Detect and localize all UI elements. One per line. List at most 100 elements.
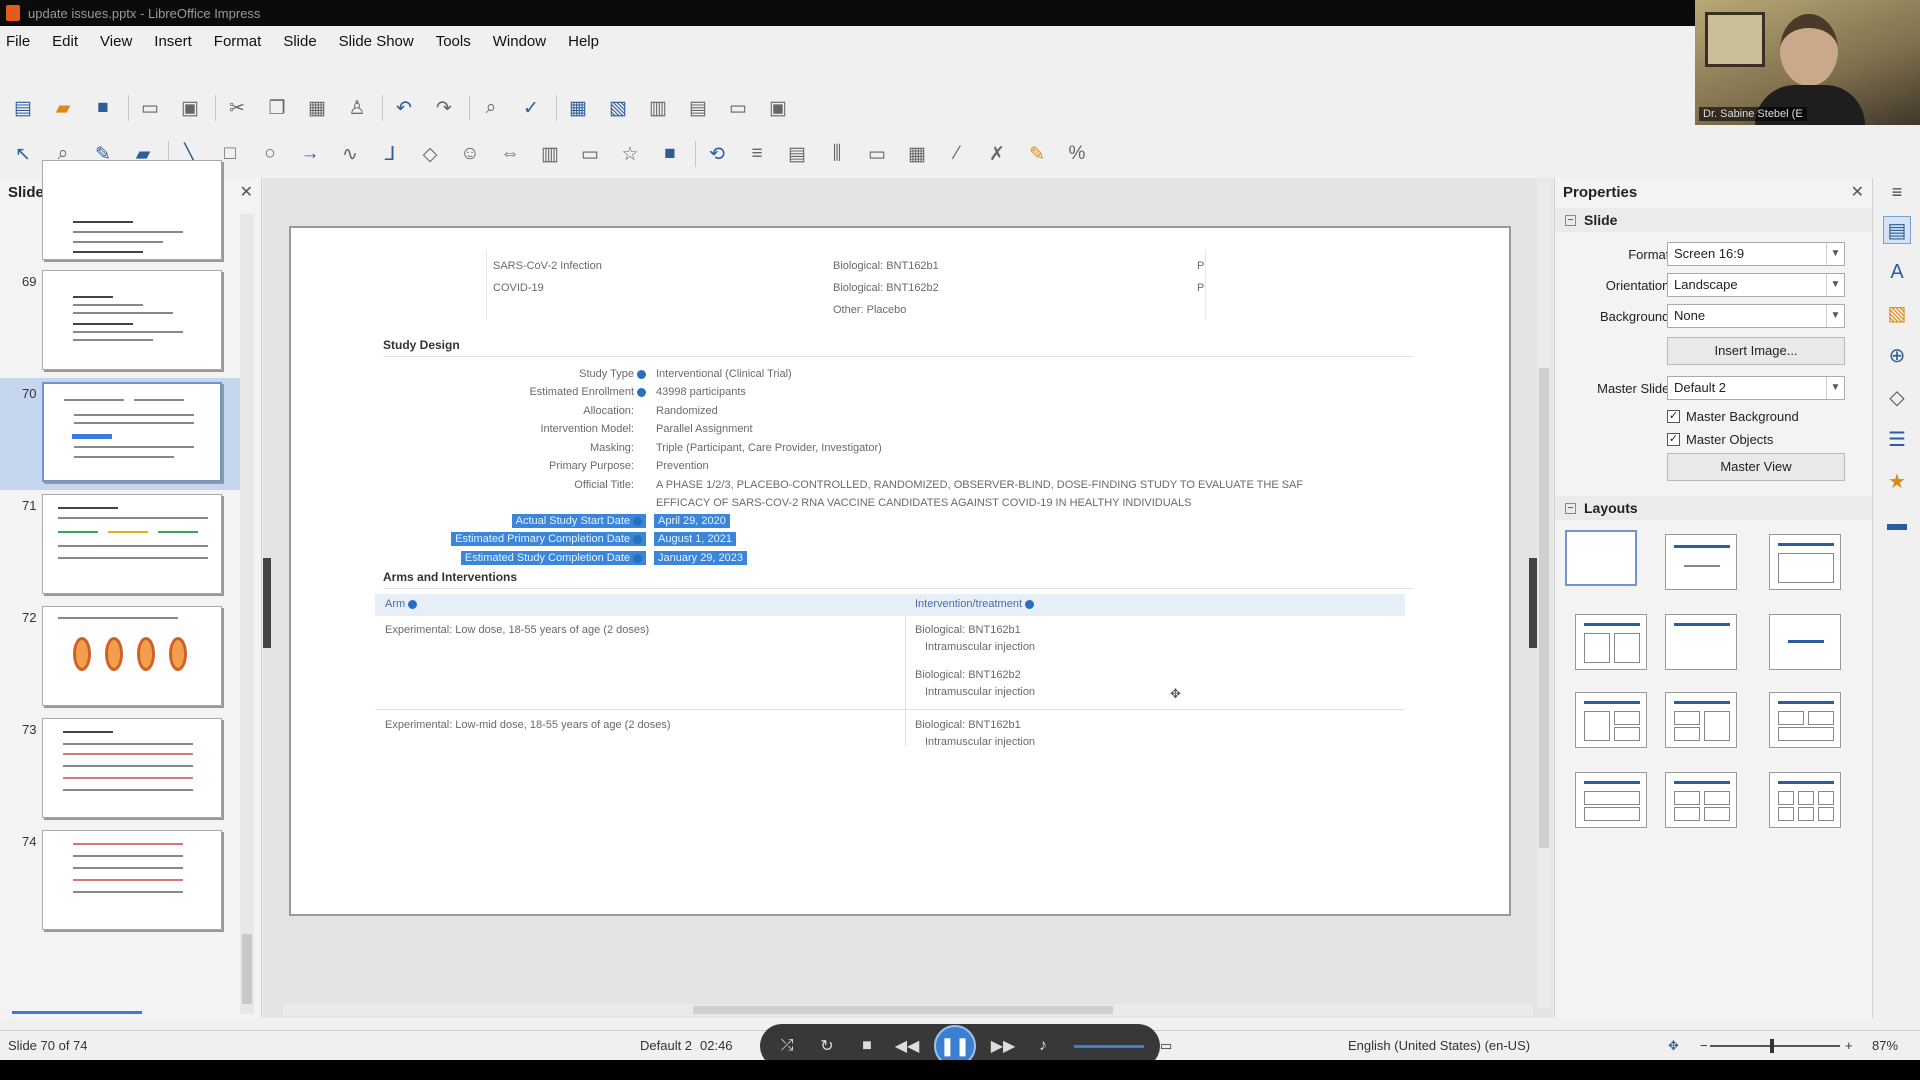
- checkbox-checked-icon[interactable]: ✓: [1667, 410, 1680, 423]
- master-slides-deck-icon[interactable]: ▬: [1883, 510, 1911, 538]
- volume-icon[interactable]: ♪: [1030, 1037, 1056, 1055]
- textbox-icon[interactable]: ▭: [723, 93, 753, 123]
- open-folder-icon[interactable]: ▰: [48, 93, 78, 123]
- menu-edit[interactable]: Edit: [52, 33, 78, 50]
- master-objects-checkbox[interactable]: ✓ Master Objects: [1667, 432, 1773, 447]
- scrollbar-thumb[interactable]: [693, 1006, 1113, 1014]
- info-icon[interactable]: [408, 599, 418, 609]
- zoom-slider[interactable]: [1710, 1045, 1840, 1047]
- slide-thumbnail-71[interactable]: 71: [0, 490, 240, 602]
- ellipse-icon[interactable]: ○: [255, 139, 285, 169]
- slide-thumbnail-69[interactable]: 69: [0, 266, 240, 378]
- layouts-section-header[interactable]: − Layouts: [1555, 496, 1873, 520]
- block-arrows-icon[interactable]: ⇔: [495, 139, 525, 169]
- collapse-icon[interactable]: −: [1565, 502, 1576, 514]
- zoom-out-icon[interactable]: −: [1700, 1038, 1708, 1053]
- slides-pane-collapse-handle[interactable]: [263, 558, 271, 648]
- menu-slide[interactable]: Slide: [283, 33, 316, 50]
- chart-icon[interactable]: ▤: [683, 93, 713, 123]
- workspace-vertical-scrollbar[interactable]: [1537, 178, 1551, 1008]
- select-arrow-icon[interactable]: ↖: [8, 139, 38, 169]
- styles-deck-icon[interactable]: A: [1883, 258, 1911, 286]
- start-date-value[interactable]: April 29, 2020: [654, 514, 730, 528]
- menu-help[interactable]: Help: [568, 33, 599, 50]
- menu-file[interactable]: File: [6, 33, 30, 50]
- slide-transition-deck-icon[interactable]: ☰: [1883, 426, 1911, 454]
- slide-thumbnail-70[interactable]: 70: [0, 378, 240, 490]
- language-status[interactable]: English (United States) (en-US): [1348, 1038, 1530, 1053]
- basic-shapes-icon[interactable]: ◇: [415, 139, 445, 169]
- layout-title-2-content-over-content[interactable]: [1769, 692, 1841, 748]
- curve-icon[interactable]: ∿: [335, 139, 365, 169]
- table-icon[interactable]: ▦: [563, 93, 593, 123]
- collapse-icon[interactable]: −: [1565, 214, 1576, 226]
- zoom-level[interactable]: 87%: [1872, 1038, 1898, 1053]
- study-completion-label[interactable]: Estimated Study Completion Date: [460, 551, 646, 565]
- shuffle-icon[interactable]: ⤮: [774, 1037, 800, 1055]
- workspace-horizontal-scrollbar[interactable]: [283, 1004, 1533, 1016]
- layout-title-6-content[interactable]: [1769, 772, 1841, 828]
- info-icon[interactable]: [637, 387, 646, 397]
- menu-insert[interactable]: Insert: [154, 33, 192, 50]
- zoom-in-icon[interactable]: +: [1845, 1038, 1853, 1053]
- slide-thumbnail-72[interactable]: 72: [0, 602, 240, 714]
- master-view-button[interactable]: Master View: [1667, 453, 1845, 481]
- close-icon[interactable]: ✕: [240, 182, 253, 202]
- fit-slide-icon[interactable]: ✥: [1668, 1038, 1679, 1054]
- callout-icon[interactable]: ▭: [575, 139, 605, 169]
- points-icon[interactable]: ✗: [982, 139, 1012, 169]
- shadow-icon[interactable]: ▭: [862, 139, 892, 169]
- copy-icon[interactable]: ❐: [262, 93, 292, 123]
- crop-icon[interactable]: ▦: [902, 139, 932, 169]
- arrow-line-icon[interactable]: →: [295, 139, 325, 169]
- menu-tools[interactable]: Tools: [436, 33, 471, 50]
- filter-icon[interactable]: ⁄: [942, 139, 972, 169]
- gallery-deck-icon[interactable]: ▧: [1883, 300, 1911, 328]
- layout-blank[interactable]: [1565, 530, 1637, 586]
- media-icon[interactable]: ▥: [643, 93, 673, 123]
- menu-slide-show[interactable]: Slide Show: [339, 33, 414, 50]
- shapes-deck-icon[interactable]: ◇: [1883, 384, 1911, 412]
- save-icon[interactable]: ■: [88, 93, 118, 123]
- layout-title-content-over-content[interactable]: [1575, 772, 1647, 828]
- close-icon[interactable]: ✕: [1851, 182, 1864, 202]
- 3d-objects-icon[interactable]: ■: [655, 139, 685, 169]
- layout-title-content[interactable]: [1769, 534, 1841, 590]
- info-icon[interactable]: [633, 534, 642, 544]
- slide-section-header[interactable]: − Slide: [1555, 208, 1873, 232]
- flowchart-icon[interactable]: ▥: [535, 139, 565, 169]
- format-dropdown[interactable]: Screen 16:9 ▼: [1667, 242, 1845, 266]
- zoom-slider-handle[interactable]: [1770, 1039, 1774, 1053]
- background-dropdown[interactable]: None ▼: [1667, 304, 1845, 328]
- properties-deck-icon[interactable]: ▤: [1883, 216, 1911, 244]
- insert-image-button[interactable]: Insert Image...: [1667, 337, 1845, 365]
- redo-icon[interactable]: ↷: [429, 93, 459, 123]
- layout-title-4-content[interactable]: [1665, 772, 1737, 828]
- glue-points-icon[interactable]: ✎: [1022, 139, 1052, 169]
- find-replace-icon[interactable]: ⌕: [476, 93, 506, 123]
- undo-icon[interactable]: ↶: [389, 93, 419, 123]
- navigator-deck-icon[interactable]: ⊕: [1883, 342, 1911, 370]
- arrange-icon[interactable]: ▤: [782, 139, 812, 169]
- start-date-label[interactable]: Actual Study Start Date: [511, 514, 646, 528]
- master-slide-dropdown[interactable]: Default 2 ▼: [1667, 376, 1845, 400]
- info-icon[interactable]: [637, 369, 646, 379]
- animation-deck-icon[interactable]: ★: [1883, 468, 1911, 496]
- scrollbar-thumb[interactable]: [1539, 368, 1549, 848]
- rewind-icon[interactable]: ◀◀: [894, 1036, 920, 1056]
- new-icon[interactable]: ▤: [8, 93, 38, 123]
- repeat-icon[interactable]: ↻: [814, 1036, 840, 1056]
- rotate-icon[interactable]: ⟲: [702, 139, 732, 169]
- paste-icon[interactable]: ▦: [302, 93, 332, 123]
- layout-title-slide[interactable]: [1665, 534, 1737, 590]
- menu-view[interactable]: View: [100, 33, 132, 50]
- slide-layout-icon[interactable]: ▣: [763, 93, 793, 123]
- stop-icon[interactable]: ■: [854, 1037, 880, 1055]
- stars-icon[interactable]: ☆: [615, 139, 645, 169]
- sidebar-collapse-handle[interactable]: [1529, 558, 1537, 648]
- slide-fit-icon[interactable]: ▭: [1160, 1038, 1172, 1054]
- layout-centered-text[interactable]: [1769, 614, 1841, 670]
- align-icon[interactable]: ≡: [742, 139, 772, 169]
- export-pdf-icon[interactable]: ▭: [135, 93, 165, 123]
- connector-icon[interactable]: ⅃: [375, 139, 405, 169]
